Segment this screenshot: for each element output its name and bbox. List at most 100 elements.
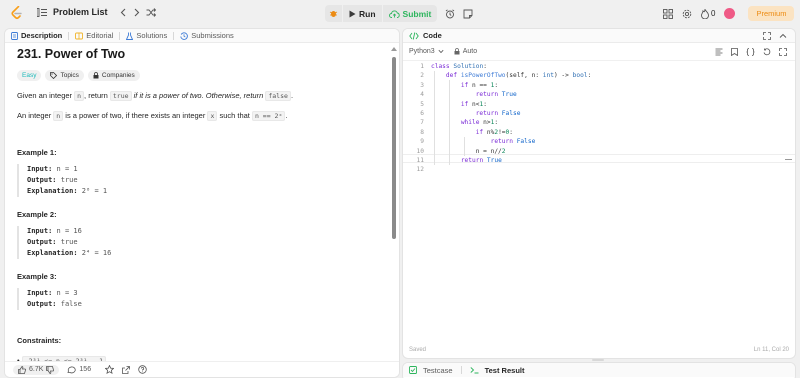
line-number: 10 [416, 147, 424, 155]
checkbox-icon [409, 366, 417, 374]
example-3: Example 3: Input: n = 3 Output: false [17, 272, 392, 310]
save-status: Saved [409, 347, 427, 353]
scrollbar-thumb[interactable] [392, 57, 396, 239]
layout-icon[interactable] [663, 8, 673, 19]
thumbs-up-icon[interactable] [18, 365, 26, 374]
scroll-marker [785, 159, 792, 160]
example-1: Example 1: Input: n = 1 Output: true Exp… [17, 148, 392, 197]
cloud-upload-icon [388, 10, 400, 18]
lock-icon [454, 48, 460, 55]
tab-description-label: Description [21, 31, 63, 40]
chevron-right-icon[interactable] [133, 8, 140, 17]
fullscreen-icon[interactable] [779, 47, 787, 56]
example-2: Example 2: Input: n = 16 Output: true Ex… [17, 210, 392, 259]
points-counter[interactable]: 0 [701, 8, 716, 19]
points-value: 0 [711, 9, 716, 18]
code-line: return True [460, 157, 502, 164]
comments-button[interactable]: 156 [67, 366, 91, 374]
cursor-position: Ln 11, Col 20 [753, 347, 789, 353]
description-panel: Description Editorial Solutions Submissi… [4, 28, 400, 378]
tab-editorial-label: Editorial [86, 31, 114, 40]
companies-badge[interactable]: Companies [87, 70, 140, 81]
language-value: Python3 [409, 48, 435, 55]
tab-solutions[interactable]: Solutions [126, 31, 167, 40]
gear-icon[interactable] [682, 9, 692, 19]
problem-description: 231. Power of Two Easy Topics Companies … [17, 47, 392, 367]
mode-value: Auto [462, 48, 478, 55]
note-icon[interactable] [463, 9, 473, 19]
expand-icon[interactable] [763, 31, 771, 40]
bottom-tab-bar: Testcase Test Result [403, 363, 795, 377]
line-number: 11 [416, 157, 424, 164]
tab-code[interactable]: Code [423, 31, 442, 40]
tab-test-result[interactable]: Test Result [485, 366, 525, 375]
code-line: return False [490, 138, 536, 146]
format-icon[interactable] [715, 48, 723, 56]
shuffle-icon[interactable] [146, 7, 156, 17]
statement-paragraph-1: Given an integer n, return true if it is… [17, 91, 294, 101]
bookmark-icon[interactable] [731, 47, 738, 56]
problem-list-link[interactable]: Problem List [53, 7, 108, 17]
code-line: class Solution: [431, 63, 487, 70]
difficulty-badge[interactable]: Easy [17, 70, 42, 81]
statement-paragraph-2: An integer n is a power of two, if there… [17, 111, 288, 121]
code-line: return True [475, 91, 517, 99]
language-select[interactable]: Python3 [409, 48, 444, 55]
line-number: 7 [420, 119, 424, 127]
share-icon[interactable] [122, 365, 130, 374]
star-icon[interactable] [105, 365, 115, 374]
reset-icon[interactable] [763, 47, 771, 56]
braces-icon[interactable] [746, 47, 755, 56]
comment-icon [67, 366, 77, 374]
run-button[interactable]: Run [343, 5, 382, 22]
line-number: 6 [420, 110, 424, 117]
tag-icon [50, 72, 58, 79]
code-editor[interactable]: 1 2 3 4 5 6 7 8 9 10 11 12 class Solutio… [403, 62, 795, 347]
tab-editorial[interactable]: Editorial [75, 31, 113, 40]
leetcode-logo-icon[interactable] [11, 6, 23, 20]
mode-toggle[interactable]: Auto [454, 48, 477, 55]
alarm-clock-icon[interactable] [445, 8, 455, 19]
code-tab-bar: Code [403, 29, 795, 43]
code-line: def isPowerOfTwo(self, n: int) -> bool: [445, 72, 592, 80]
line-number: 5 [420, 100, 424, 108]
bug-icon [329, 9, 338, 18]
premium-button[interactable]: Premium [748, 6, 795, 21]
code-line: if n%2!=0: [475, 128, 513, 136]
line-number: 12 [416, 166, 424, 174]
line-number: 2 [420, 72, 424, 80]
code-line: if n<1: [460, 100, 487, 108]
tab-testcase[interactable]: Testcase [423, 366, 453, 375]
line-number: 8 [420, 128, 424, 136]
book-icon [75, 32, 84, 40]
code-panel: Code Python3 Auto 1 2 3 4 5 6 7 8 9 10 1… [402, 28, 796, 359]
code-line: if n == 1: [460, 81, 499, 89]
submit-label: Submit [402, 8, 432, 19]
scroll-up-arrow[interactable] [391, 47, 397, 51]
play-icon [349, 10, 356, 18]
tab-description[interactable]: Description [11, 31, 62, 40]
debug-button[interactable] [325, 5, 342, 22]
topics-badge[interactable]: Topics [45, 70, 84, 81]
line-number: 9 [420, 138, 424, 146]
chevron-up-icon[interactable] [779, 32, 787, 40]
tab-submissions-label: Submissions [191, 31, 234, 40]
tab-submissions[interactable]: Submissions [180, 31, 234, 40]
terminal-icon [470, 366, 479, 374]
chevron-left-icon[interactable] [120, 8, 127, 17]
help-icon[interactable] [138, 365, 147, 374]
list-icon[interactable] [37, 7, 47, 17]
likes-count: 6.7K [29, 366, 44, 373]
lock-icon [93, 72, 99, 79]
line-number: 4 [420, 91, 424, 99]
avatar[interactable] [724, 8, 736, 19]
thumbs-down-icon[interactable] [46, 365, 55, 374]
topics-label: Topics [60, 72, 79, 79]
testcase-panel: Testcase Test Result [402, 362, 796, 378]
panel-resize-handle[interactable] [592, 359, 604, 361]
line-number: 3 [420, 81, 424, 89]
submit-button[interactable]: Submit [382, 5, 438, 22]
like-dislike-group: 6.7K [13, 364, 60, 375]
chevron-down-icon [438, 49, 444, 54]
tab-solutions-label: Solutions [136, 31, 168, 40]
